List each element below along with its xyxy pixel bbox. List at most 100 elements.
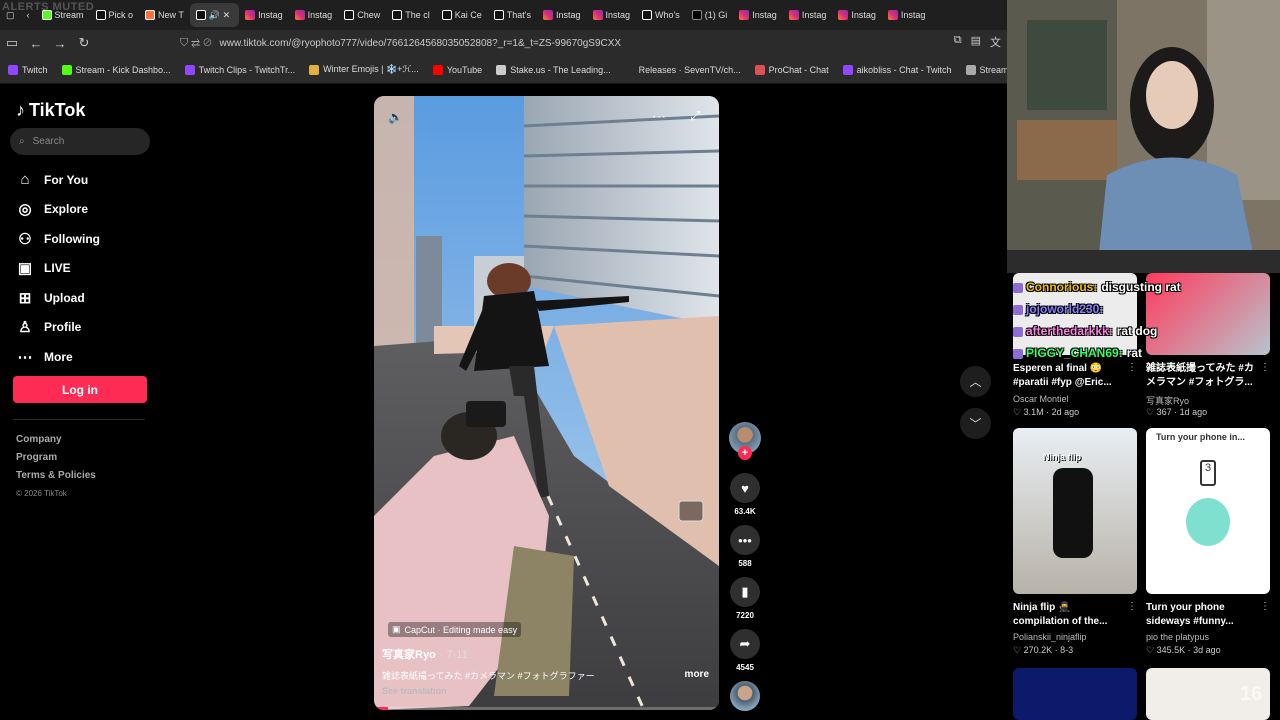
grid-author-1[interactable]: Oscar Montiel xyxy=(1013,394,1069,404)
grid-title-2[interactable]: 雑誌表紙撮ってみた #カメラマン #フォトグラ... xyxy=(1146,362,1262,390)
tiktok-note-icon: ♪ xyxy=(16,100,25,120)
grid-title-1[interactable]: Esperen al final 😳 #paratii #fyp @Eric..… xyxy=(1013,362,1129,390)
sidebar-item-for-you[interactable]: ⌂ For You xyxy=(16,165,100,195)
browser-tab[interactable]: Instag xyxy=(733,3,783,27)
sidebar-item-explore[interactable]: ◎ Explore xyxy=(16,195,100,225)
url-field[interactable]: ⛉ ⇄ ⊘ www.tiktok.com/@ryophoto777/video/… xyxy=(180,34,621,52)
more-options-icon[interactable]: ⋮ xyxy=(1260,601,1270,612)
footer-link-terms[interactable]: Terms & Policies xyxy=(16,467,96,485)
sidebar-item-more[interactable]: ⋯ More xyxy=(16,342,100,372)
comment-icon[interactable]: ••• xyxy=(730,525,760,555)
grid-author-2[interactable]: 写真家Ryo xyxy=(1146,394,1189,407)
browser-tab[interactable]: Chew xyxy=(338,3,386,27)
heart-icon[interactable]: ♥ xyxy=(730,473,760,503)
tab-label: Instag xyxy=(801,10,827,20)
more-options-icon[interactable]: ⋮ xyxy=(1260,362,1270,373)
video-player[interactable]: 🔈 ⋯ ⤢ ▣ CapCut · Editing made easy 写真家Ry… xyxy=(374,96,719,710)
browser-tab[interactable]: Instag xyxy=(537,3,587,27)
back-icon[interactable]: ← xyxy=(24,36,48,51)
search-input[interactable]: ⌕ Search xyxy=(10,128,150,155)
capcut-tag[interactable]: ▣ CapCut · Editing made easy xyxy=(388,622,522,637)
video-frame-image xyxy=(374,96,719,710)
video-author[interactable]: 写真家Ryo · 7-11 xyxy=(382,646,468,662)
bookmark-item[interactable]: ProChat - Chat xyxy=(754,64,829,75)
video-thumbnail-5[interactable] xyxy=(1013,668,1137,720)
browser-tab[interactable]: Kai Ce xyxy=(436,3,488,27)
more-button[interactable]: more xyxy=(685,669,709,680)
bookmark-icon[interactable]: ▮ xyxy=(730,577,760,607)
browser-tab[interactable]: Who's xyxy=(636,3,686,27)
picture-in-picture-icon[interactable]: ⧉ xyxy=(954,34,962,50)
tiktok-icon xyxy=(344,10,355,20)
sidebar-item-live[interactable]: ▣ LIVE xyxy=(16,254,100,284)
bookmark-item[interactable]: Releases · SevenTV/ch... xyxy=(624,64,741,75)
creator-avatar[interactable]: + xyxy=(729,422,761,460)
browser-tab[interactable]: That's xyxy=(488,3,537,27)
previous-video-button[interactable]: ︿ xyxy=(960,366,991,397)
video-options-icon[interactable]: ⋯ xyxy=(652,108,666,125)
reader-view-icon[interactable]: ▤ xyxy=(971,34,981,50)
footer-link-company[interactable]: Company xyxy=(16,431,96,449)
browser-tab[interactable]: The cl xyxy=(386,3,436,27)
see-translation-button[interactable]: See translation xyxy=(382,686,447,696)
bookmark-item[interactable]: Stream - Kick Dashbo... xyxy=(61,64,171,75)
sidebar-item-following[interactable]: ⚇ Following xyxy=(16,224,100,254)
chat-text: rat xyxy=(1126,346,1143,360)
tab-label: Instag xyxy=(851,10,876,20)
browser-tab[interactable]: 🔊 ✕ xyxy=(189,3,240,27)
browser-tab[interactable]: Instag xyxy=(832,3,882,27)
browser-tab[interactable]: Instag xyxy=(239,3,289,27)
grid-title-3[interactable]: Ninja flip 🥷 compilation of the... xyxy=(1013,601,1129,629)
save-count: 7220 xyxy=(736,611,754,620)
thumbnail-overlay-text: Turn your phone in... xyxy=(1156,432,1245,442)
tab-label: The cl xyxy=(405,10,430,20)
instagram-icon xyxy=(838,10,849,20)
reload-icon[interactable]: ↻ xyxy=(72,35,96,51)
webcam-feed xyxy=(1007,0,1280,273)
bookmark-item[interactable]: Twitch xyxy=(8,64,48,75)
sound-avatar[interactable] xyxy=(730,681,760,711)
footer-link-program[interactable]: Program xyxy=(16,449,96,467)
browser-tab[interactable]: Instag xyxy=(587,3,637,27)
sidebar-item-profile[interactable]: ♙ Profile xyxy=(16,313,100,343)
sidebar-item-upload[interactable]: ⊞ Upload xyxy=(16,283,100,313)
browser-tab[interactable]: Pick o xyxy=(90,3,140,27)
bookmark-item[interactable]: YouTube xyxy=(432,64,482,75)
next-video-button[interactable]: ﹀ xyxy=(960,408,991,439)
video-thumbnail-4[interactable]: Turn your phone in... 3 xyxy=(1146,428,1270,594)
post-date: · 7-11 xyxy=(439,649,468,661)
fullscreen-icon[interactable]: ⤢ xyxy=(690,108,700,124)
volume-icon[interactable]: 🔈 xyxy=(388,110,403,124)
forward-icon[interactable]: → xyxy=(48,36,72,51)
grid-stats-3: ♡ 270.2K · 8-3 xyxy=(1013,645,1074,655)
browser-tab[interactable]: New T xyxy=(139,3,190,27)
browser-tab[interactable]: Instag xyxy=(783,3,833,27)
grid-author-3[interactable]: Polianskii_ninjaflip xyxy=(1013,632,1087,642)
follow-plus-icon[interactable]: + xyxy=(738,446,752,460)
login-button[interactable]: Log in xyxy=(13,376,147,403)
browser-tab[interactable]: Instag xyxy=(882,3,932,27)
browser-tab[interactable]: Instag xyxy=(289,3,339,27)
video-progress-bar[interactable] xyxy=(374,707,719,710)
video-thumbnail-3[interactable]: Ninja flip xyxy=(1013,428,1137,594)
more-options-icon[interactable]: ⋮ xyxy=(1127,362,1137,373)
grid-author-4[interactable]: pio the platypus xyxy=(1146,632,1209,642)
search-icon: ⌕ xyxy=(19,136,25,147)
bookmark-item[interactable]: Stake.us - The Leading... xyxy=(496,64,611,75)
site-info-icon[interactable]: ⛉ ⇄ ⊘ xyxy=(180,37,212,50)
sidebar-toggle-icon[interactable]: ▭ xyxy=(0,35,24,51)
tab-label: Instag xyxy=(258,10,283,20)
speaker-icon[interactable]: 🔊 ✕ xyxy=(209,10,230,21)
bookmark-item[interactable]: Twitch Clips - TwitchTr... xyxy=(184,64,295,75)
url-text: www.tiktok.com/@ryophoto777/video/766126… xyxy=(219,37,622,49)
chat-username: jojoworld230: xyxy=(1026,302,1104,316)
share-icon[interactable]: ➦ xyxy=(730,629,760,659)
tiktok-logo[interactable]: ♪ TikTok xyxy=(16,100,85,121)
grid-title-4[interactable]: Turn your phone sideways #funny... xyxy=(1146,601,1262,629)
bookmark-item[interactable]: Winter Emojis | ❄️+ℋ... xyxy=(309,64,419,75)
browser-tab[interactable]: (1) Gi xyxy=(686,3,734,27)
capcut-text: CapCut · Editing made easy xyxy=(404,624,518,635)
bookmark-item[interactable]: aikobliss - Chat - Twitch xyxy=(842,64,952,75)
translate-icon[interactable]: 文 xyxy=(990,34,1001,50)
more-options-icon[interactable]: ⋮ xyxy=(1127,601,1137,612)
